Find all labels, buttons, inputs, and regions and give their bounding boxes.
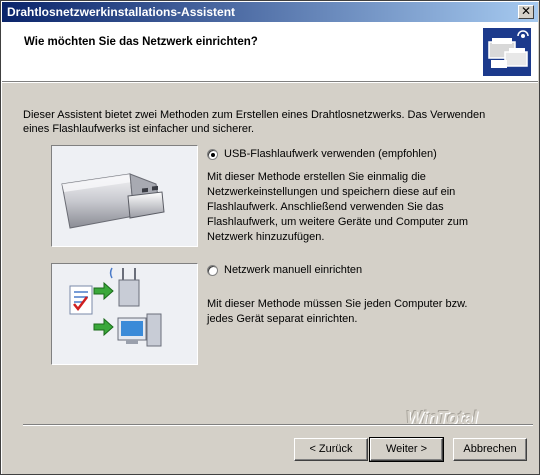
back-button[interactable]: < Zurück [294,438,368,461]
option-usb-label[interactable]: USB-Flashlaufwerk verwenden (empfohlen) [224,148,437,160]
wireless-network-wizard-icon [483,28,531,76]
option-manual-label[interactable]: Netzwerk manuell einrichten [224,264,362,276]
wizard-header: Wie möchten Sie das Netzwerk einrichten? [2,22,538,81]
manual-image-panel [51,263,198,365]
option-manual[interactable]: Netzwerk manuell einrichten [207,264,362,276]
title-bar[interactable]: Drahtlosnetzwerkinstallations-Assistent … [2,2,538,22]
header-divider [2,81,538,83]
option-usb-description: Mit dieser Methode erstellen Sie einmali… [207,171,469,243]
page-title: Wie möchten Sie das Netzwerk einrichten? [24,36,258,48]
manual-network-setup-icon [69,267,162,347]
option-manual-description: Mit dieser Methode müssen Sie jeden Comp… [207,298,468,325]
cancel-button[interactable]: Abbrechen [453,438,527,461]
close-icon: ✕ [520,4,532,18]
wizard-window: Drahtlosnetzwerkinstallations-Assistent … [0,0,540,475]
close-button[interactable]: ✕ [518,5,534,19]
next-button[interactable]: Weiter > [369,437,444,462]
usb-image-panel [51,145,198,247]
usb-flash-drive-icon [61,173,165,229]
intro-text: Dieser Assistent bietet zwei Methoden zu… [23,109,486,135]
radio-usb-flash[interactable] [207,148,218,160]
option-usb-flash[interactable]: USB-Flashlaufwerk verwenden (empfohlen) [207,148,437,160]
button-divider [23,424,533,426]
window-title: Drahtlosnetzwerkinstallations-Assistent [7,5,236,19]
radio-manual[interactable] [207,264,218,276]
